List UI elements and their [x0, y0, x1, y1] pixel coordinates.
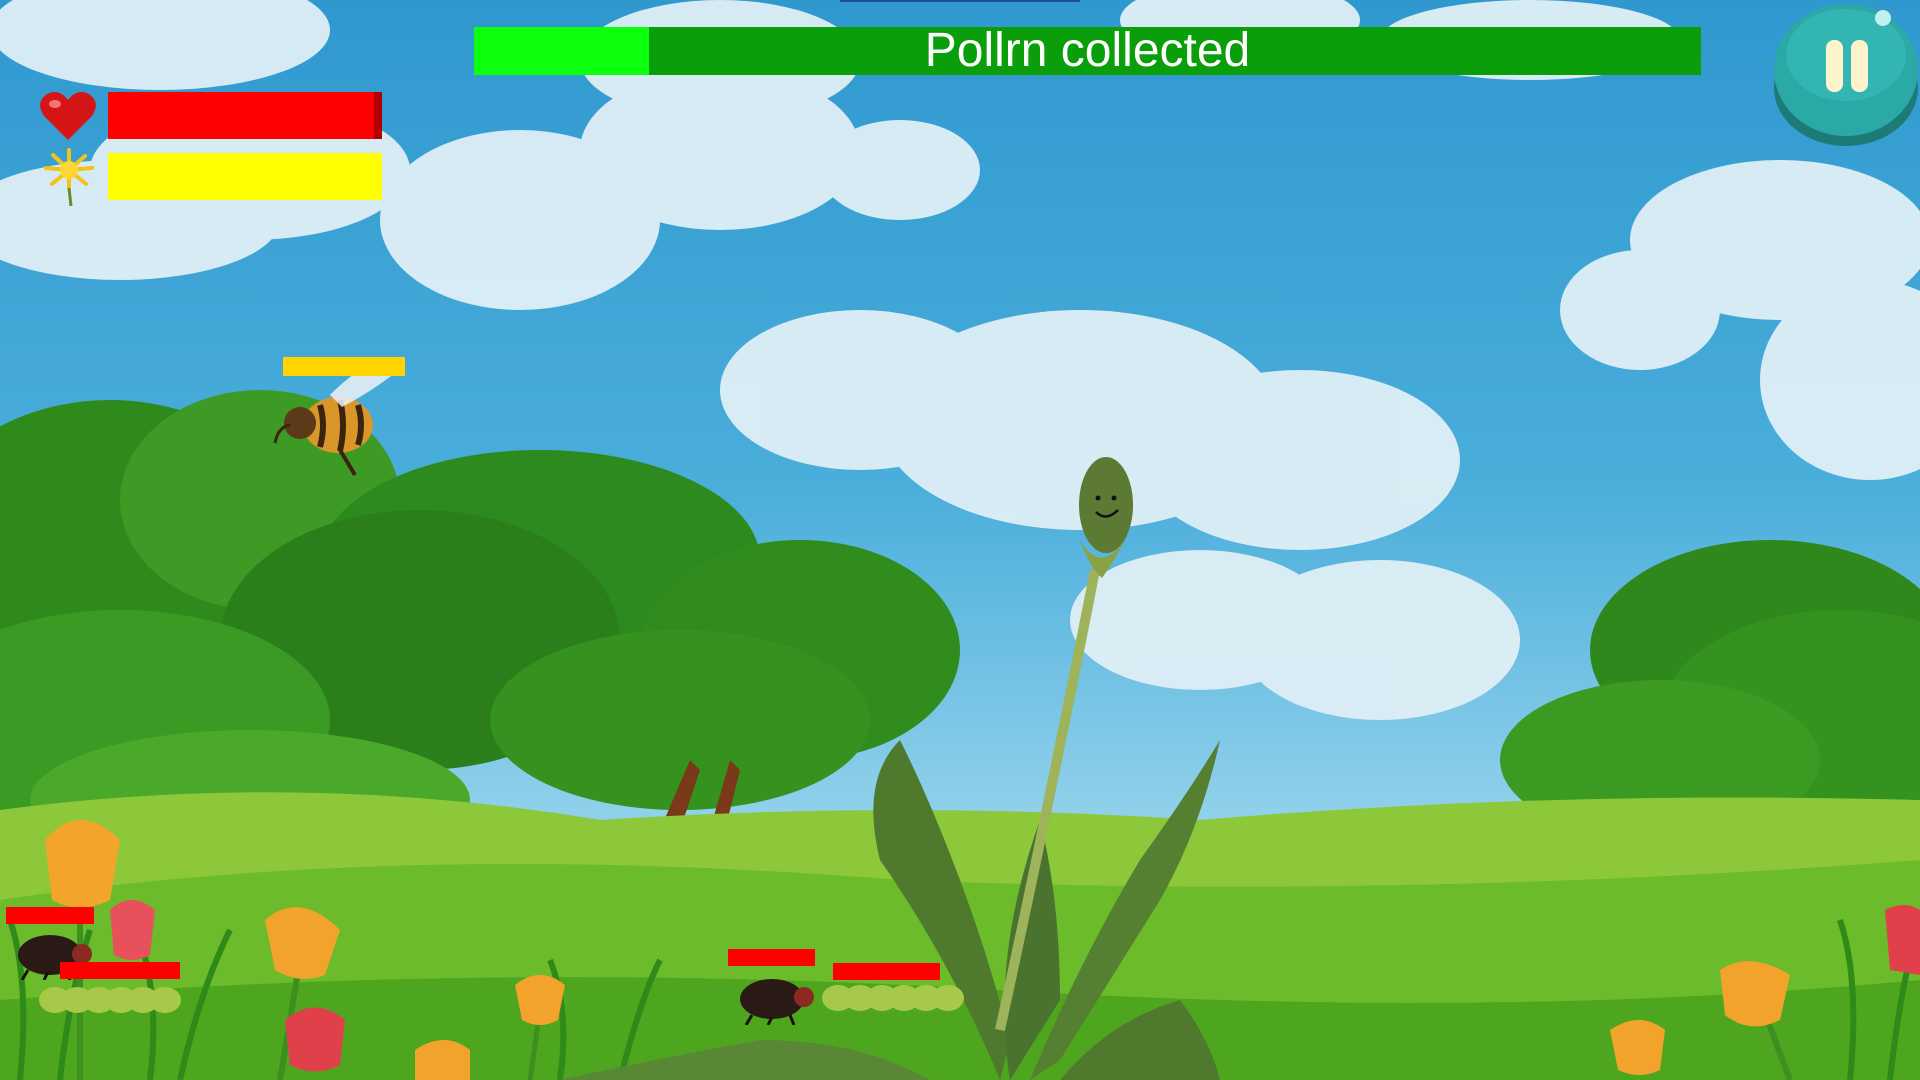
player-health-fill: [108, 92, 374, 139]
caterpillar-center-health-bar: [833, 963, 940, 980]
beetle-center-health-fill: [728, 949, 815, 966]
beetle-center-health-bar: [728, 949, 815, 966]
dandelion-bud: [1079, 457, 1133, 578]
beetle-left-health-bar: [6, 907, 94, 924]
player-health-bar: [108, 92, 382, 139]
beetle-center: [740, 979, 814, 1025]
caterpillar-center-health-fill: [833, 963, 940, 980]
bee-health-fill: [283, 357, 405, 376]
caterpillar-left-health-bar: [60, 962, 180, 979]
pollen-meter: [108, 153, 382, 200]
dandelion-flower-icon: [44, 148, 94, 206]
caterpillar-left-health-fill: [60, 962, 180, 979]
beetle-left-health-fill: [6, 907, 94, 924]
game-scene[interactable]: Pollrn collected: [0, 0, 1920, 1080]
pollen-progress-bar: Pollrn collected: [474, 27, 1701, 75]
top-edge-tab: [840, 0, 1080, 2]
pollen-meter-fill: [108, 153, 382, 200]
heart-icon: [40, 92, 96, 140]
right-tree: [1500, 540, 1920, 840]
caterpillar-left: [39, 987, 181, 1013]
caterpillar-center: [822, 985, 964, 1011]
pause-button[interactable]: [1773, 0, 1920, 147]
pollen-progress-label: Pollrn collected: [924, 27, 1251, 75]
bee-health-bar: [283, 357, 405, 376]
